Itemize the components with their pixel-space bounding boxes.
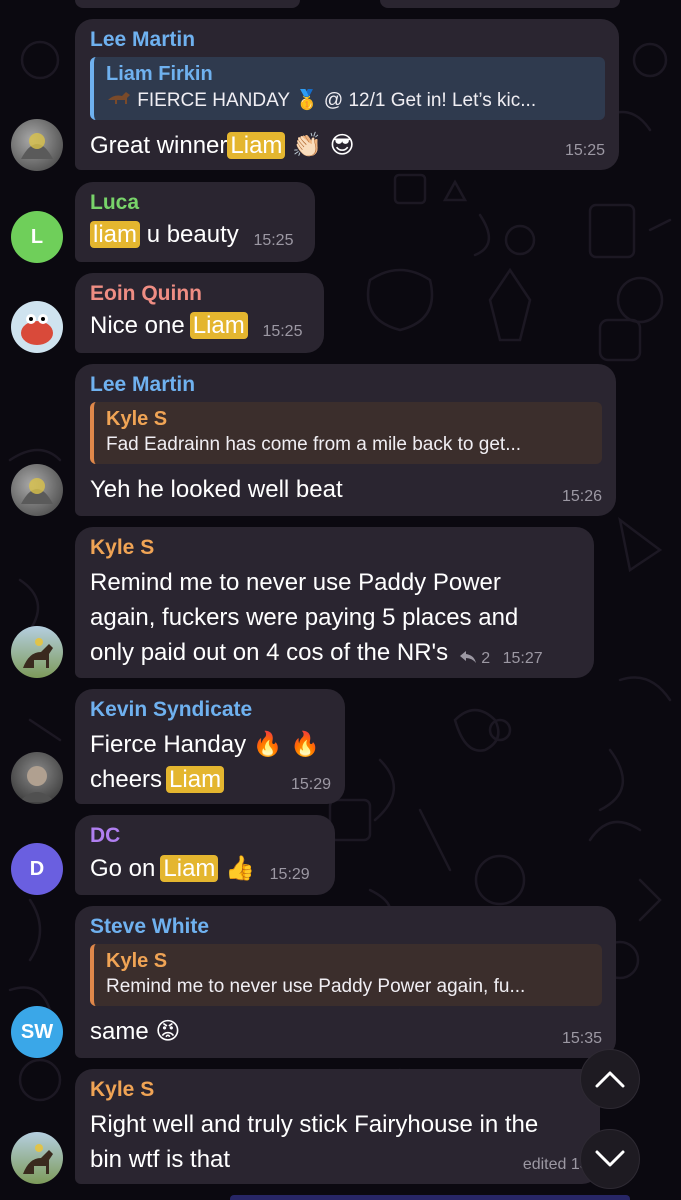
sender-name[interactable]: Eoin Quinn [90,281,310,307]
message-text-part: Great winner [90,132,228,159]
avatar-photo [19,766,55,802]
message-text: Remind me to never use Paddy Power again… [90,565,580,676]
message-bubble[interactable]: Steve White Kyle S Remind me to never us… [75,906,616,1058]
sender-name[interactable]: Lee Martin [90,27,605,53]
sender-name[interactable]: Kyle S [90,535,580,561]
mention-highlight[interactable]: liam [90,221,141,248]
previous-message-bubble[interactable] [75,0,300,8]
avatar-initials: SW [20,1020,54,1043]
message-bubble[interactable]: Kyle S Remind me to never use Paddy Powe… [75,527,594,678]
avatar[interactable] [11,626,63,678]
chevron-up-icon [595,1071,625,1088]
sender-name[interactable]: Luca [90,190,301,216]
avatar-initial: L [30,225,44,248]
reply-text: Fad Eadrainn has come from a mile back t… [106,434,522,455]
message-text: Go on Liam 👍 15:29 [90,853,321,890]
message-text: Nice one Liam 15:25 [90,311,310,347]
sender-name[interactable]: Steve White [90,914,602,940]
avatar[interactable]: SW [11,1006,63,1058]
message-line-text: only paid out on 4 cos of the NR's [90,639,449,666]
message-bubble[interactable]: Lee Martin Kyle S Fad Eadrainn has come … [75,364,616,516]
sender-name[interactable]: Kyle S [90,1077,586,1103]
message-line: Remind me to never use Paddy Power [90,569,501,596]
avatar[interactable] [11,752,63,804]
reply-sender-name: Kyle S [106,950,168,972]
avatar[interactable] [11,301,63,353]
message-line-text: cheers [90,766,163,793]
message-time: 15:35 [561,1030,602,1047]
reply-sender-name: Liam Firkin [106,63,213,85]
message-text: liam u beauty 15:25 [90,220,301,256]
chevron-down-icon [595,1150,625,1167]
thumbs-up-emoji: 👍 [225,854,255,882]
reply-sender-name: Kyle S [106,408,168,430]
reply-text-suffix: @ 12/1 Get in! Let’s kic... [323,90,537,111]
reply-preview[interactable]: Kyle S Remind me to never use Paddy Powe… [90,944,602,1006]
sender-name[interactable]: Lee Martin [90,372,602,398]
message-time: 15:25 [564,142,605,159]
avatar-horse-rider [23,1144,53,1174]
message-line: only paid out on 4 cos of the NR's 2 15:… [90,635,580,676]
message-bubble[interactable]: Luca liam u beauty 15:25 [75,182,315,262]
message-time: 15:25 [253,232,294,249]
sender-name[interactable]: Kevin Syndicate [90,697,331,723]
message-time: 15:29 [269,866,310,883]
avatar-photo [21,478,53,504]
reply-preview[interactable]: Kyle S Fad Eadrainn has come from a mile… [90,402,602,464]
message-text-part: Go on [90,855,156,882]
angry-face-emoji: 😡 [155,1017,181,1045]
message-line: Fierce Handay 🔥 🔥 [90,727,331,762]
message-bubble[interactable]: Kevin Syndicate Fierce Handay 🔥 🔥 cheers… [75,689,345,804]
message-time: 15:29 [290,776,331,793]
message-bubble[interactable]: Kyle S Right well and truly stick Fairyh… [75,1069,602,1184]
avatar-horse-rider [23,638,53,668]
message-text-part: Nice one [90,312,185,339]
avatar-photo [21,133,53,159]
message-line: bin wtf is that [90,1146,231,1173]
reply-preview[interactable]: Liam Firkin FIERCE HANDAY 🥇 @ 12/1 Get i… [90,57,605,120]
avatar[interactable]: L [11,211,63,263]
horse-icon [108,92,130,104]
reply-text: FIERCE HANDAY 🥇 @ 12/1 Get in! Let’s kic… [106,87,593,114]
message-text: same 😡 [90,1014,602,1049]
mention-highlight[interactable]: Liam [166,766,225,793]
message-time: 15:26 [561,488,602,505]
message-bubble[interactable]: Eoin Quinn Nice one Liam 15:25 [75,273,324,353]
fire-emoji: 🔥 🔥 [252,730,321,758]
avatar-initial: D [29,857,45,880]
message-time: 15:25 [262,323,303,340]
avatar[interactable] [11,1132,63,1184]
mention-highlight[interactable]: Liam [227,132,286,159]
message-time: 15:27 [502,650,543,667]
message-text-part: u beauty [146,221,239,248]
message-line: again, fuckers were paying 5 places and [90,604,519,631]
reply-arrow-icon [459,651,476,663]
avatar[interactable] [11,464,63,516]
mention-highlight[interactable]: Liam [160,855,219,882]
clap-and-sunglasses-emoji: 👏🏻 😎 [292,131,355,159]
sender-name[interactable]: DC [90,823,321,849]
previous-message-bubble[interactable] [380,0,620,8]
message-text: Great winner Liam 👏🏻 😎 [90,128,605,163]
reply-text: Remind me to never use Paddy Power again… [106,976,526,997]
message-line-text: Fierce Handay [90,731,247,758]
avatar[interactable]: D [11,843,63,895]
reply-text-main: FIERCE HANDAY [137,90,290,111]
gold-medal-icon: 🥇 [294,89,319,111]
message-text: Right well and truly stick Fairyhouse in… [90,1107,586,1177]
message-line: Right well and truly stick Fairyhouse in… [90,1111,539,1138]
message-text-part: same [90,1018,149,1045]
scroll-down-button[interactable] [580,1129,640,1189]
message-bubble[interactable]: Lee Martin Liam Firkin FIERCE HANDAY 🥇 @… [75,19,619,170]
reply-count[interactable]: 2 [459,650,495,667]
bottom-bar-edge [230,1195,630,1200]
reply-count-number: 2 [481,650,491,667]
message-bubble[interactable]: DC Go on Liam 👍 15:29 [75,815,335,895]
avatar[interactable] [11,119,63,171]
mention-highlight[interactable]: Liam [189,312,248,339]
avatar-cartoon-crab [21,314,53,345]
scroll-up-button[interactable] [580,1049,640,1109]
message-text: Yeh he looked well beat [90,476,343,503]
